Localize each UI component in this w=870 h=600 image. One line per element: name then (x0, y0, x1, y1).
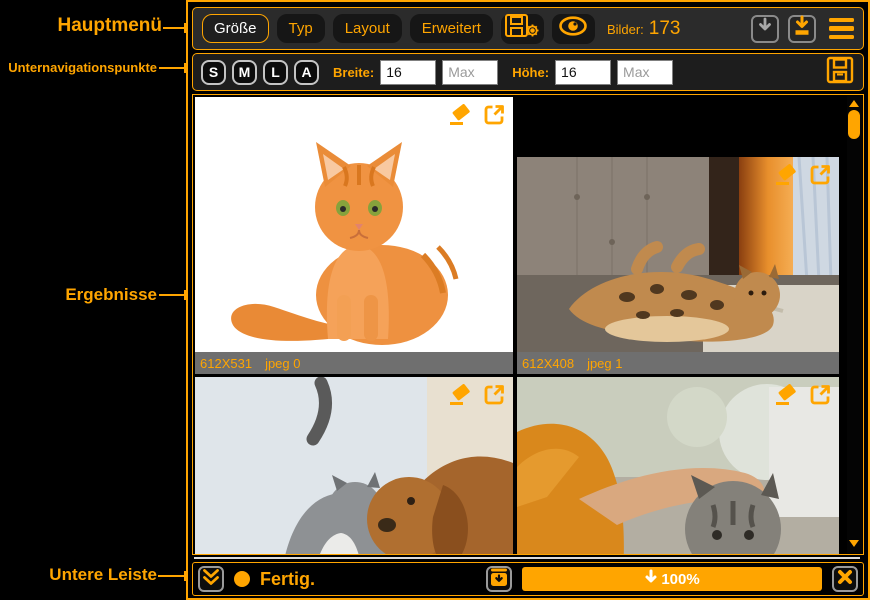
app-window: Größe Typ Layout Erweitert (186, 0, 870, 600)
progress-percent: 100% (661, 571, 699, 588)
open-download-folder-button[interactable] (486, 566, 512, 592)
remove-result-button[interactable] (448, 104, 473, 132)
main-menu-bar: Größe Typ Layout Erweitert (192, 7, 864, 50)
hamburger-menu-button[interactable] (829, 18, 854, 40)
result-photo-2[interactable] (517, 157, 839, 352)
tab-typ[interactable]: Typ (277, 14, 325, 43)
height-max-input[interactable] (617, 60, 673, 85)
result-photo-4[interactable] (517, 377, 839, 555)
result-card-4 (517, 377, 839, 555)
result-caption-1: 612X531 jpeg 0 (195, 352, 513, 374)
open-external-button[interactable] (808, 163, 832, 192)
annotation-results: Ergebnisse (65, 285, 157, 305)
images-count: 173 (649, 18, 681, 40)
width-input[interactable] (380, 60, 436, 85)
preview-button[interactable] (552, 14, 595, 44)
result-photo-1[interactable] (195, 97, 513, 352)
close-icon (837, 569, 853, 590)
hamburger-menu-icon (829, 18, 854, 23)
scrollbar-thumb[interactable] (848, 110, 860, 139)
size-button-l[interactable]: L (263, 60, 288, 85)
images-counter: Bilder: 173 (607, 18, 681, 40)
download-progress-bar: 100% (522, 567, 822, 591)
remove-result-button[interactable] (774, 164, 799, 192)
tab-layout[interactable]: Layout (333, 14, 402, 43)
results-panel: 612X531 jpeg 0 (192, 94, 864, 555)
bottom-bar: Fertig. 100% (192, 562, 864, 596)
annotation-line (159, 67, 186, 69)
size-button-a[interactable]: A (294, 60, 319, 85)
vertical-scrollbar[interactable] (847, 96, 862, 553)
size-button-s[interactable]: S (201, 60, 226, 85)
height-label: Höhe: (512, 65, 549, 80)
double-chevron-down-icon (201, 567, 221, 592)
annotation-line (163, 27, 186, 29)
open-external-button[interactable] (808, 383, 832, 412)
floppy-disk-icon (825, 55, 855, 90)
images-label: Bilder: (607, 22, 644, 37)
result-caption-2: 612X408 jpeg 1 (517, 352, 839, 374)
remove-result-button[interactable] (774, 384, 799, 412)
status-dot (234, 571, 250, 587)
sub-nav-bar: S M L A Breite: Höhe: (192, 53, 864, 91)
open-external-button[interactable] (482, 383, 506, 412)
annotation-bottom-bar: Untere Leiste (49, 565, 157, 585)
progress-down-arrow-icon (644, 569, 658, 589)
expand-log-button[interactable] (198, 566, 224, 592)
status-text: Fertig. (260, 569, 315, 590)
result-card-1: 612X531 jpeg 0 (195, 97, 513, 374)
scroll-down-arrow[interactable] (849, 540, 859, 547)
size-button-m[interactable]: M (232, 60, 257, 85)
result-card-2: 612X408 jpeg 1 (517, 97, 839, 374)
save-size-button[interactable] (825, 55, 855, 90)
annotation-line (159, 294, 186, 296)
download-all-button[interactable] (788, 15, 816, 43)
annotation-line (158, 575, 186, 577)
tab-groesse[interactable]: Größe (202, 14, 269, 43)
remove-result-button[interactable] (448, 384, 473, 412)
download-all-icon (792, 15, 812, 42)
result-card-3 (195, 377, 513, 555)
result-photo-3[interactable] (195, 377, 513, 555)
open-external-button[interactable] (482, 103, 506, 132)
download-tray-icon (490, 567, 508, 592)
download-selected-button[interactable] (751, 15, 779, 43)
save-settings-icon (504, 13, 540, 44)
horizontal-divider (194, 557, 860, 559)
eye-icon (558, 15, 588, 42)
scroll-up-arrow[interactable] (849, 100, 859, 107)
save-settings-button[interactable] (501, 14, 544, 44)
width-label: Breite: (333, 65, 374, 80)
height-input[interactable] (555, 60, 611, 85)
close-button[interactable] (832, 566, 858, 592)
tab-erweitert[interactable]: Erweitert (410, 14, 493, 43)
width-max-input[interactable] (442, 60, 498, 85)
annotation-main-menu: Hauptmenü (58, 15, 163, 37)
download-gray-icon (755, 16, 775, 41)
annotation-sub-nav: Unternavigationspunkte (8, 60, 157, 75)
